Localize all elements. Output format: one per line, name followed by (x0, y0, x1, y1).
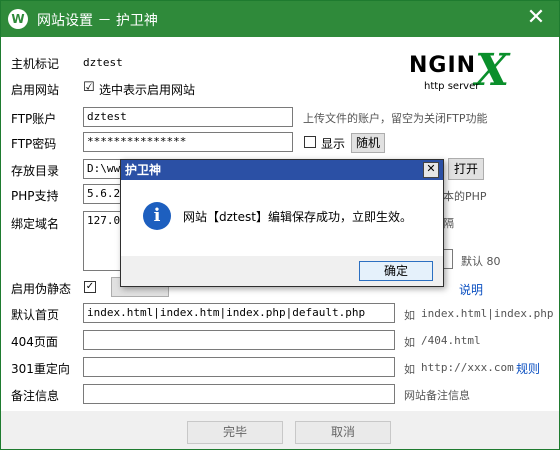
enable-label: 启用网站 (11, 83, 60, 97)
redirect-input[interactable] (83, 357, 395, 377)
logo-x-text: X (475, 45, 510, 96)
show-password-text: 显示 (321, 137, 346, 151)
e404-input[interactable] (83, 330, 395, 350)
index-hint: index.html|index.php (421, 307, 554, 320)
rewrite-label: 启用伪静态 (11, 282, 72, 296)
logo-main-text: NGIN (409, 53, 477, 78)
e404-hint: /404.html (421, 334, 481, 347)
title-bar: W 网站设置 － 护卫神 ✕ (1, 1, 559, 37)
ftp-user-hint: 上传文件的账户，留空为关闭FTP功能 (303, 112, 488, 125)
redirect-label: 301重定向 (11, 362, 70, 376)
close-icon[interactable]: ✕ (513, 1, 559, 37)
footer-bar: 完毕 取消 (1, 411, 559, 449)
domain-textarea[interactable]: 127.0. (83, 211, 123, 271)
index-hint-prefix: 如 (404, 309, 415, 322)
nginx-logo: NGIN X http server (409, 45, 519, 103)
ftp-pass-label: FTP密码 (11, 137, 57, 151)
rewrite-checkbox[interactable]: ✓ (84, 281, 96, 293)
note-input[interactable] (83, 384, 395, 404)
dialog-message: 网站【dztest】编辑保存成功，立即生效。 (183, 210, 412, 224)
ftp-user-input[interactable]: dztest (83, 107, 293, 127)
enable-text: 选中表示启用网站 (99, 83, 196, 97)
php-label: PHP支持 (11, 189, 59, 203)
random-button[interactable]: 随机 (351, 133, 385, 153)
dialog-title: 护卫神 (125, 163, 162, 177)
e404-hint-prefix: 如 (404, 336, 415, 349)
ftp-pass-input[interactable]: *************** (83, 132, 293, 152)
redirect-hint-prefix: 如 (404, 363, 415, 376)
logo-sub-text: http server (424, 81, 480, 92)
info-icon: i (143, 202, 171, 230)
dialog-button-area: 确定 (121, 256, 443, 286)
ftp-user-label: FTP账户 (11, 112, 57, 126)
app-logo-icon: W (8, 9, 28, 29)
rewrite-help-link[interactable]: 说明 (459, 281, 483, 298)
port-input[interactable] (443, 249, 453, 269)
host-value: dztest (83, 56, 123, 69)
cancel-button[interactable]: 取消 (295, 421, 391, 444)
ok-button[interactable]: 确定 (359, 261, 433, 281)
success-dialog: 护卫神 ✕ i 网站【dztest】编辑保存成功，立即生效。 确定 (120, 159, 444, 287)
enable-checkbox[interactable]: ☑ (83, 80, 95, 95)
php-select[interactable]: 5.6.25 (83, 184, 123, 204)
dialog-close-icon[interactable]: ✕ (423, 162, 439, 178)
port-default: 默认 80 (461, 255, 501, 268)
domain-label: 绑定域名 (11, 217, 60, 231)
open-button[interactable]: 打开 (448, 158, 484, 180)
note-label: 备注信息 (11, 389, 60, 403)
php-hint: 本的PHP (443, 190, 487, 203)
rules-link[interactable]: 规则 (516, 360, 540, 377)
host-label: 主机标记 (11, 57, 60, 71)
dir-input[interactable]: D:\www (83, 159, 123, 179)
index-input[interactable]: index.html|index.htm|index.php|default.p… (83, 303, 395, 323)
redirect-hint: http://xxx.com (421, 361, 514, 374)
show-password-checkbox[interactable] (304, 136, 316, 148)
index-label: 默认首页 (11, 308, 60, 322)
note-hint: 网站备注信息 (404, 389, 470, 402)
finish-button[interactable]: 完毕 (187, 421, 283, 444)
settings-window: W 网站设置 － 护卫神 ✕ NGIN X http server 主机标记 d… (0, 0, 560, 450)
window-title: 网站设置 － 护卫神 (37, 13, 158, 29)
domain-hint: 隔 (443, 217, 454, 230)
dir-label: 存放目录 (11, 164, 60, 178)
e404-label: 404页面 (11, 335, 58, 349)
dialog-title-bar: 护卫神 ✕ (121, 160, 443, 180)
